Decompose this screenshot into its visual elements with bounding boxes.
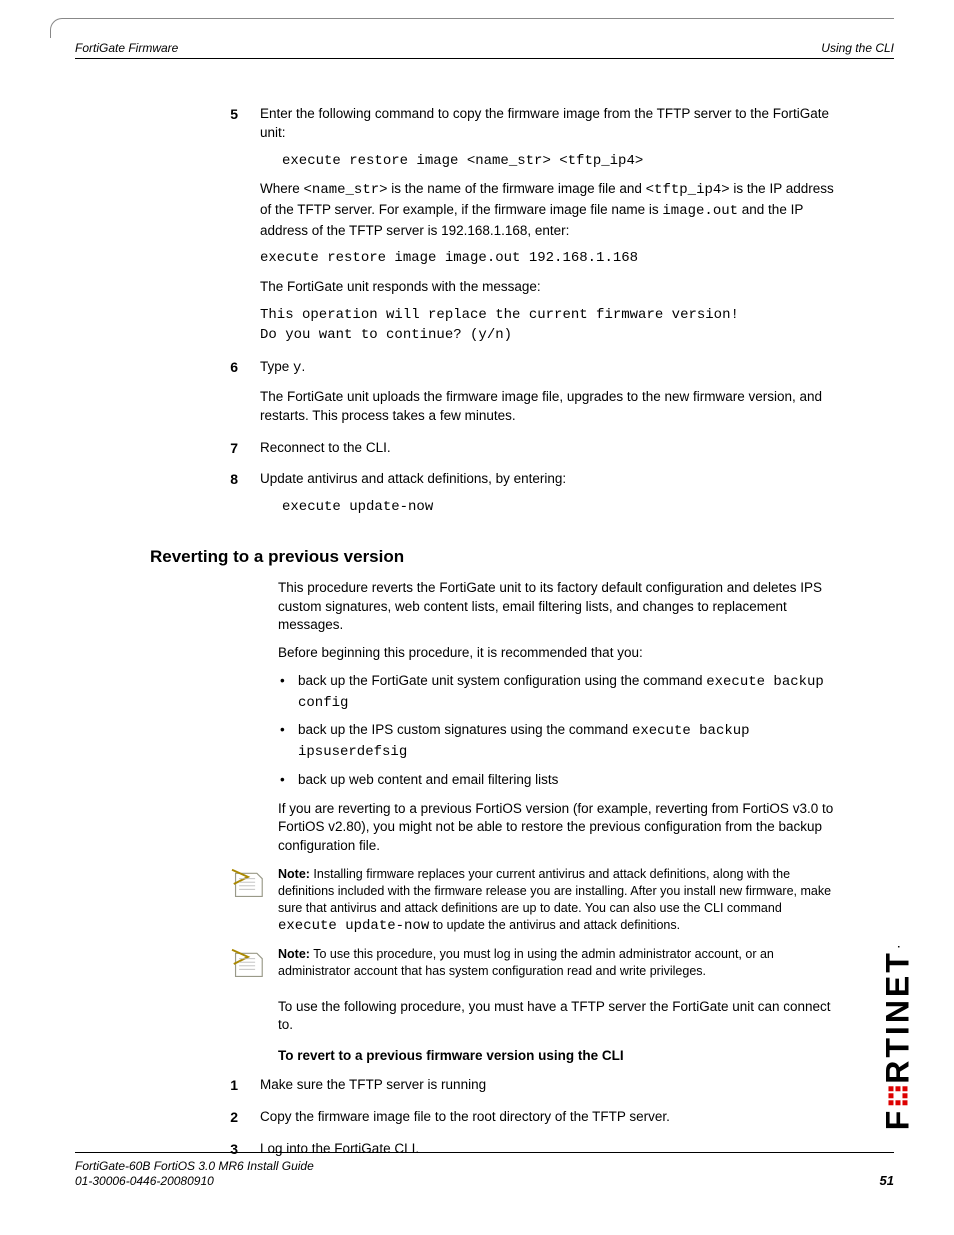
- header-right: Using the CLI: [821, 40, 894, 57]
- bullet-text: back up the FortiGate unit system config…: [298, 672, 839, 713]
- content-area: 5 Enter the following command to copy th…: [75, 105, 839, 1172]
- t: to update the antivirus and attack defin…: [429, 918, 680, 932]
- note-label: Note:: [278, 867, 310, 881]
- step-number: 5: [220, 105, 260, 354]
- step-body: Update antivirus and attack definitions,…: [260, 470, 839, 526]
- step-text: Copy the firmware image file to the root…: [260, 1108, 839, 1127]
- message-line: This operation will replace the current …: [260, 306, 839, 326]
- bullet-icon: •: [278, 721, 298, 762]
- where-text: Where <name_str> is the name of the firm…: [260, 180, 839, 240]
- step-body: Enter the following command to copy the …: [260, 105, 839, 354]
- t: Type: [260, 359, 293, 374]
- footer-title: FortiGate-60B FortiOS 3.0 MR6 Install Gu…: [75, 1159, 314, 1175]
- code: <tftp_ip4>: [646, 182, 730, 198]
- t: back up the FortiGate unit system config…: [298, 673, 706, 688]
- note-block: Note: Installing firmware replaces your …: [230, 866, 839, 936]
- step-body: Type y. The FortiGate unit uploads the f…: [260, 358, 839, 434]
- footer: FortiGate-60B FortiOS 3.0 MR6 Install Gu…: [75, 1152, 894, 1190]
- t: To use this procedure, you must log in u…: [278, 947, 774, 978]
- bullet-item: • back up web content and email filterin…: [278, 771, 839, 790]
- code: execute update-now: [278, 918, 429, 934]
- step-number: 8: [220, 470, 260, 526]
- step-text: Make sure the TFTP server is running: [260, 1076, 839, 1095]
- footer-doc-id: 01-30006-0446-20080910: [75, 1174, 314, 1190]
- command: execute restore image image.out 192.168.…: [260, 249, 839, 269]
- proc-step-2: 2 Copy the firmware image file to the ro…: [75, 1108, 839, 1136]
- bullet-item: • back up the IPS custom signatures usin…: [278, 721, 839, 762]
- note-icon: [230, 866, 278, 936]
- note-text: Note: To use this procedure, you must lo…: [278, 946, 839, 986]
- responds-text: The FortiGate unit responds with the mes…: [260, 278, 839, 297]
- bullet-text: back up web content and email filtering …: [298, 771, 839, 790]
- header-rule: [75, 58, 894, 59]
- t: .: [301, 359, 305, 374]
- step-text: Type y.: [260, 358, 839, 379]
- para: To use the following procedure, you must…: [278, 998, 839, 1036]
- step-7: 7 Reconnect to the CLI.: [75, 439, 839, 467]
- note-icon: [230, 946, 278, 986]
- t: Where: [260, 181, 304, 196]
- header-top-rule: [70, 18, 894, 19]
- step-number: 2: [220, 1108, 260, 1136]
- footer-left: FortiGate-60B FortiOS 3.0 MR6 Install Gu…: [75, 1159, 314, 1190]
- section-heading: Reverting to a previous version: [150, 545, 839, 569]
- corner-decoration: [50, 18, 70, 38]
- step-number: 7: [220, 439, 260, 467]
- step-6: 6 Type y. The FortiGate unit uploads the…: [75, 358, 839, 434]
- para: This procedure reverts the FortiGate uni…: [278, 579, 839, 636]
- step-text: Reconnect to the CLI.: [260, 439, 839, 458]
- step-text: Update antivirus and attack definitions,…: [260, 470, 839, 489]
- command: execute update-now: [282, 498, 839, 518]
- section-body-cont: To use the following procedure, you must…: [278, 998, 839, 1067]
- fortinet-logo: FRTINET.: [876, 942, 921, 1130]
- logo-dots-icon: [887, 1086, 909, 1108]
- t: back up the IPS custom signatures using …: [298, 722, 632, 737]
- step-5: 5 Enter the following command to copy th…: [75, 105, 839, 354]
- bullet-icon: •: [278, 771, 298, 790]
- bullet-text: back up the IPS custom signatures using …: [298, 721, 839, 762]
- code: image.out: [662, 203, 738, 219]
- step-number: 1: [220, 1076, 260, 1104]
- step-8: 8 Update antivirus and attack definition…: [75, 470, 839, 526]
- page: FortiGate Firmware Using the CLI 5 Enter…: [0, 0, 954, 1235]
- bullet-icon: •: [278, 672, 298, 713]
- section-body: This procedure reverts the FortiGate uni…: [278, 579, 839, 857]
- message-line: Do you want to continue? (y/n): [260, 326, 839, 346]
- proc-step-1: 1 Make sure the TFTP server is running: [75, 1076, 839, 1104]
- step-text: Enter the following command to copy the …: [260, 105, 839, 143]
- command: execute restore image <name_str> <tftp_i…: [282, 152, 839, 172]
- procedure-heading: To revert to a previous firmware version…: [278, 1047, 839, 1066]
- para: Before beginning this procedure, it is r…: [278, 644, 839, 663]
- note-text: Note: Installing firmware replaces your …: [278, 866, 839, 936]
- note-label: Note:: [278, 947, 310, 961]
- step-number: 6: [220, 358, 260, 434]
- step-after: The FortiGate unit uploads the firmware …: [260, 388, 839, 426]
- note-block: Note: To use this procedure, you must lo…: [230, 946, 839, 986]
- header-left: FortiGate Firmware: [75, 40, 178, 57]
- t: Installing firmware replaces your curren…: [278, 867, 831, 915]
- t: is the name of the firmware image file a…: [388, 181, 646, 196]
- page-number: 51: [880, 1172, 894, 1190]
- para: If you are reverting to a previous Forti…: [278, 800, 839, 857]
- code: <name_str>: [304, 182, 388, 198]
- bullet-item: • back up the FortiGate unit system conf…: [278, 672, 839, 713]
